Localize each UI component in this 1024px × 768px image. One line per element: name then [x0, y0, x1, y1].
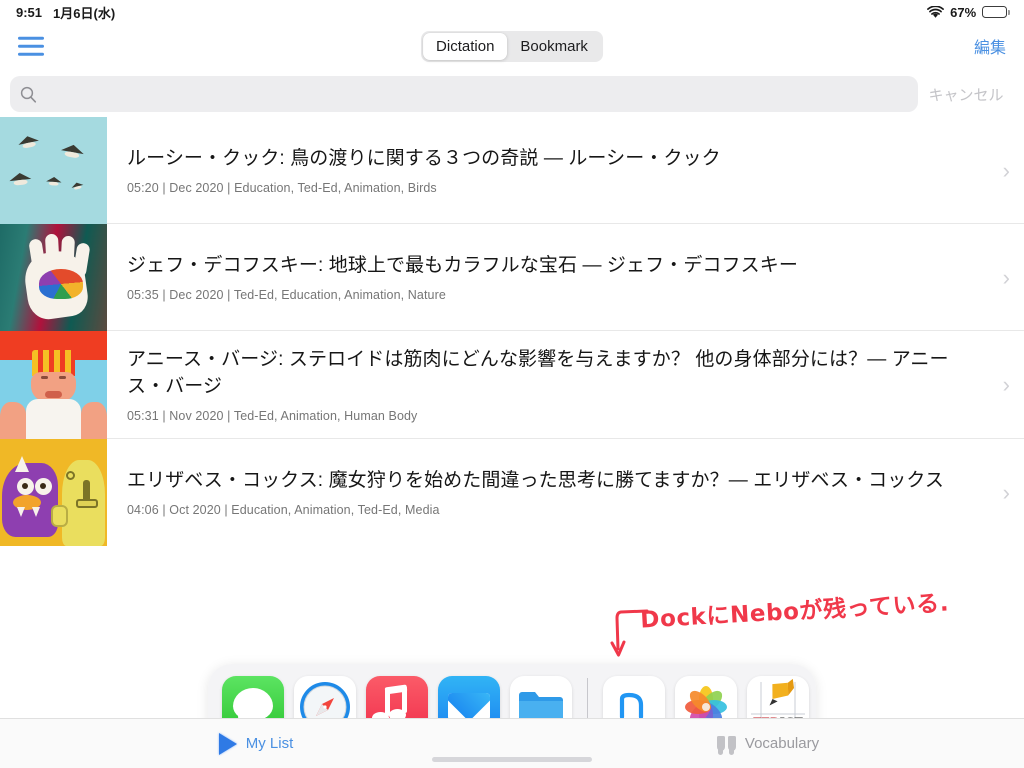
list-item[interactable]: ルーシー・クック: 鳥の渡りに関する３つの奇説 ― ルーシー・クック 05:20…: [0, 117, 1024, 224]
segment-bookmark[interactable]: Bookmark: [507, 33, 601, 60]
list-item-meta: 05:20 | Dec 2020 | Education, Ted-Ed, An…: [127, 181, 437, 196]
status-bar-left: 9:51 1月6日(水): [16, 3, 115, 22]
list-item-meta: 04:06 | Oct 2020 | Education, Animation,…: [127, 503, 440, 518]
hamburger-menu-icon[interactable]: [18, 32, 44, 61]
wifi-icon: [927, 5, 945, 18]
hand-drawn-arrow-icon: [610, 609, 649, 657]
list-item-body: ジェフ・デコフスキー: 地球上で最もカラフルな宝石 ― ジェフ・デコフスキー 0…: [107, 224, 1024, 331]
home-indicator: [432, 757, 592, 762]
chevron-right-icon[interactable]: ›: [1003, 159, 1010, 182]
search-cancel-button[interactable]: キャンセル: [918, 84, 1014, 105]
handwritten-annotation: DockにNeboが残っている.: [639, 590, 950, 634]
battery-percent: 67%: [950, 4, 977, 20]
list-item-body: アニース・バージ: ステロイドは筋肉にどんな影響を与えますか？ 他の身体部分には…: [107, 331, 1024, 439]
chevron-right-icon[interactable]: ›: [1003, 481, 1010, 504]
status-bar-right: 67%: [927, 5, 1010, 20]
edit-button[interactable]: 編集: [974, 34, 1006, 58]
lesson-list: ルーシー・クック: 鳥の渡りに関する３つの奇説 ― ルーシー・クック 05:20…: [0, 117, 1024, 546]
mode-segmented-control[interactable]: Dictation Bookmark: [421, 31, 603, 62]
chevron-right-icon[interactable]: ›: [1003, 374, 1010, 396]
status-time: 9:51: [16, 4, 43, 20]
birds-in-sky-thumbnail: [0, 117, 107, 224]
list-item-title: ジェフ・デコフスキー: 地球上で最もカラフルな宝石 ― ジェフ・デコフスキー: [127, 254, 798, 276]
list-item-body: エリザベス・コックス: 魔女狩りを始めた間違った思考に勝てますか？― エリザベス…: [107, 439, 1024, 546]
list-item-body: ルーシー・クック: 鳥の渡りに関する３つの奇説 ― ルーシー・クック 05:20…: [107, 117, 1024, 224]
search-field[interactable]: [10, 76, 918, 112]
list-item-meta: 05:31 | Nov 2020 | Ted-Ed, Animation, Hu…: [127, 409, 418, 424]
hand-holding-gem-thumbnail: [0, 224, 107, 331]
status-bar: 9:51 1月6日(水) 67%: [0, 0, 1024, 24]
ipad-screen: 9:51 1月6日(水) 67% Dictation Bookmark 編集 キ…: [0, 0, 1024, 768]
bottom-tab-bar: My List Vocabulary: [0, 718, 1024, 768]
list-item-meta: 05:35 | Dec 2020 | Ted-Ed, Education, An…: [127, 288, 446, 303]
quote-marks-icon: [716, 736, 736, 755]
search-icon: [20, 86, 37, 103]
tab-my-list-label: My List: [245, 735, 294, 752]
list-item[interactable]: アニース・バージ: ステロイドは筋肉にどんな影響を与えますか？ 他の身体部分には…: [0, 331, 1024, 439]
muscular-figure-thumbnail: [0, 331, 107, 439]
search-bar: キャンセル: [0, 74, 1024, 114]
status-date: 1月6日(水): [53, 5, 116, 21]
chevron-right-icon[interactable]: ›: [1003, 266, 1010, 289]
list-item[interactable]: エリザベス・コックス: 魔女狩りを始めた間違った思考に勝てますか？― エリザベス…: [0, 439, 1024, 546]
tab-vocabulary[interactable]: Vocabulary: [512, 735, 1024, 755]
battery-icon: [982, 6, 1010, 18]
list-item-title: ルーシー・クック: 鳥の渡りに関する３つの奇説 ― ルーシー・クック: [127, 147, 721, 169]
segment-dictation[interactable]: Dictation: [423, 33, 508, 60]
play-triangle-icon: [218, 732, 237, 755]
navigation-bar: Dictation Bookmark 編集: [0, 24, 1024, 68]
monster-cartoon-thumbnail: [0, 439, 107, 546]
list-item-title: エリザベス・コックス: 魔女狩りを始めた間違った思考に勝てますか？― エリザベス…: [127, 469, 945, 491]
search-input[interactable]: [44, 85, 908, 103]
tab-my-list[interactable]: My List: [0, 732, 512, 755]
list-item-title: アニース・バージ: ステロイドは筋肉にどんな影響を与えますか？ 他の身体部分には…: [127, 348, 949, 397]
tab-vocabulary-label: Vocabulary: [744, 735, 820, 752]
list-item[interactable]: ジェフ・デコフスキー: 地球上で最もカラフルな宝石 ― ジェフ・デコフスキー 0…: [0, 224, 1024, 331]
